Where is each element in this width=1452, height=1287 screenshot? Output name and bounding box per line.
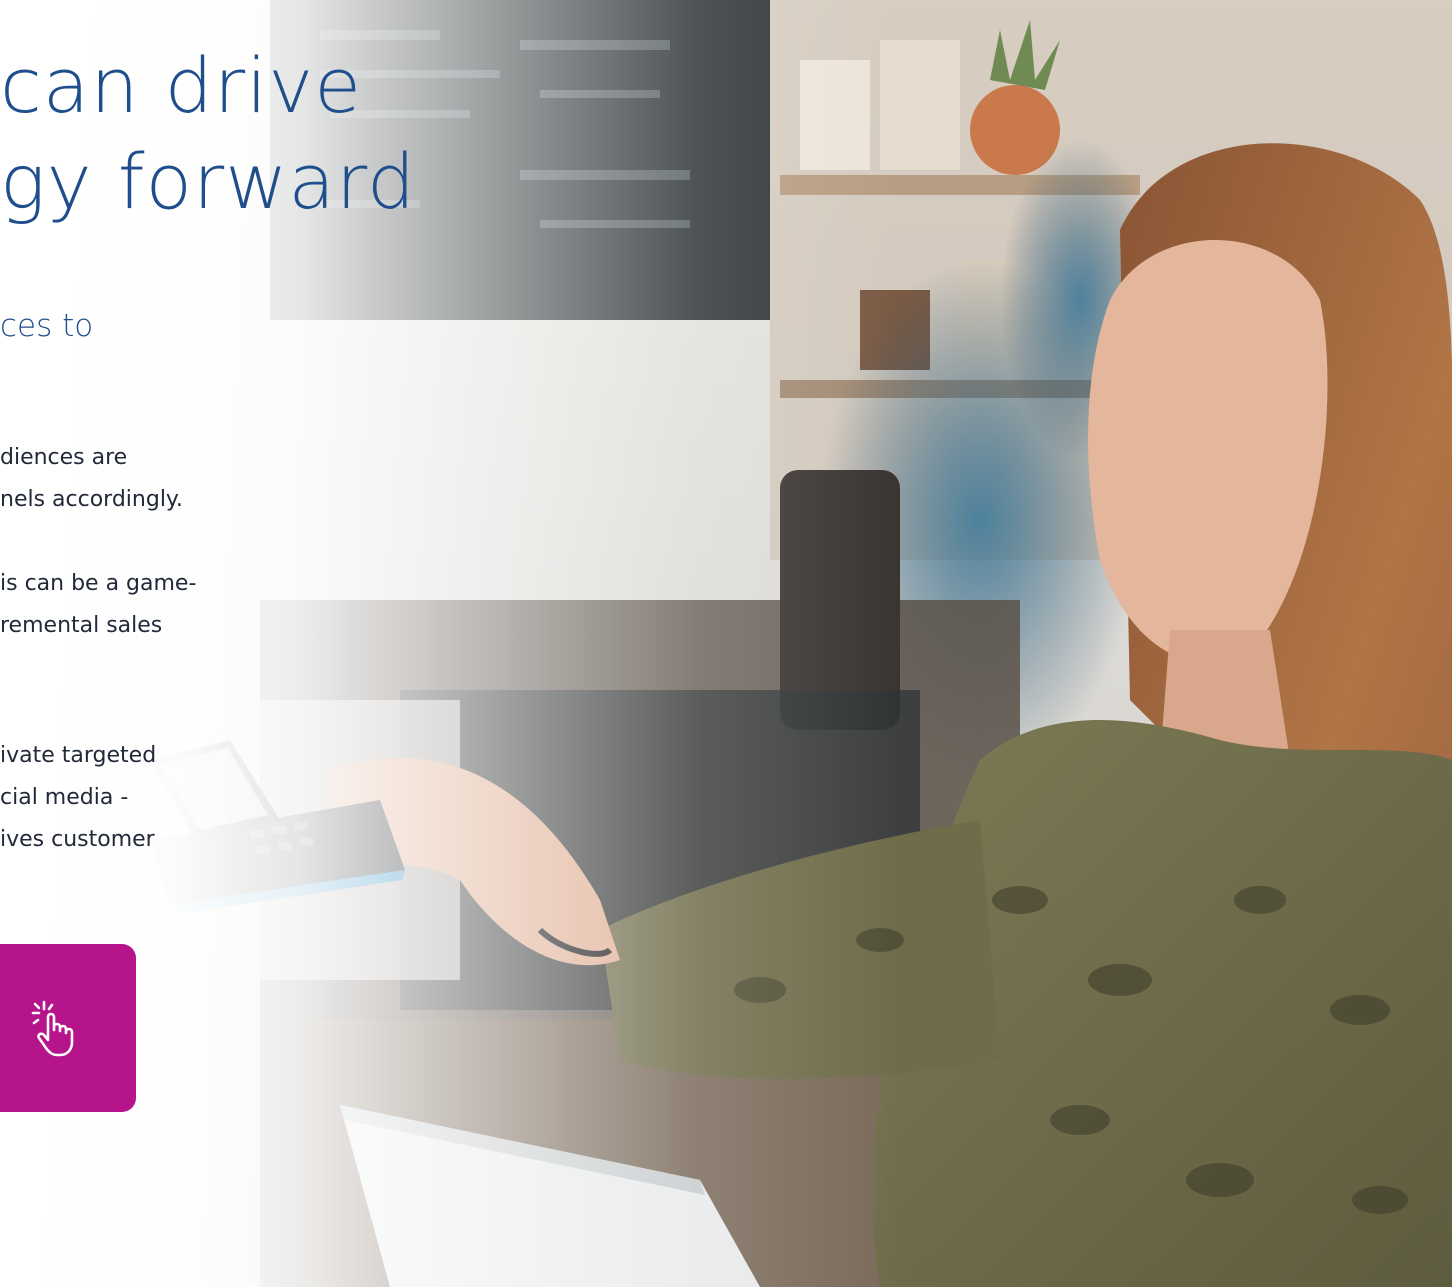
hero-section: can drive gy forward ces to diences are … <box>0 0 1452 1287</box>
paragraph-line: diences are <box>0 445 128 470</box>
paragraph-line: ivate targeted <box>0 743 157 768</box>
paragraph-line: ives customer <box>0 827 155 852</box>
paragraph-line: cial media - <box>0 785 129 810</box>
paragraph-targeted: ivate targeted cial media - ives custome… <box>0 735 156 861</box>
headline-line-1: can drive <box>0 41 363 130</box>
cta-button[interactable] <box>0 944 136 1112</box>
paragraph-audiences: diences are nels accordingly. <box>0 437 183 521</box>
paragraph-line: remental sales <box>0 613 163 638</box>
paragraph-line: is can be a game- <box>0 571 197 596</box>
headline-line-2: gy forward <box>0 137 417 226</box>
hand-pointer-click-icon <box>31 1000 74 1057</box>
hero-headline: can drive gy forward <box>0 38 416 230</box>
paragraph-line: nels accordingly. <box>0 487 183 512</box>
hero-subheading: ces to <box>0 308 94 344</box>
paragraph-game-changer: is can be a game- remental sales <box>0 563 196 647</box>
